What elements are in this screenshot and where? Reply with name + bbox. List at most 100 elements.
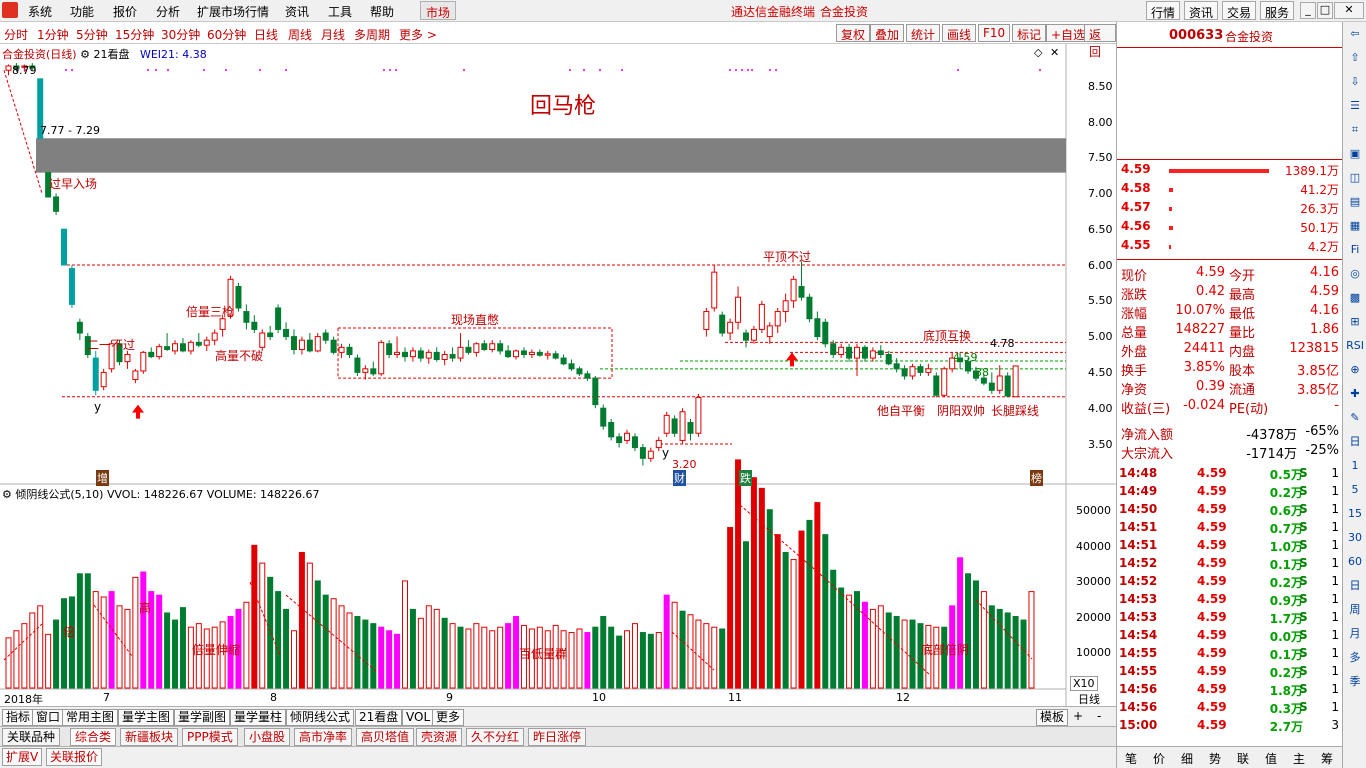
market-tab[interactable]: 市场 — [420, 1, 456, 20]
menu-quote[interactable]: 报价 — [113, 3, 137, 20]
tab-no-dividend[interactable]: 久不分红 — [466, 728, 525, 746]
quant-sub-button[interactable]: 量学副图 — [174, 709, 231, 726]
sidebar-tool-icon[interactable]: ✚ — [1346, 386, 1364, 402]
tab-high-beta[interactable]: 高贝塔值 — [356, 728, 415, 746]
tick-row[interactable]: 14:51 4.59 1.0万 S 1 — [1117, 538, 1343, 556]
sidebar-tool-icon[interactable]: ◎ — [1346, 266, 1364, 282]
sidebar-tool-icon[interactable]: 60 — [1346, 554, 1364, 570]
sidebar-tool-icon[interactable]: 多 — [1346, 650, 1364, 666]
tab-high-pb[interactable]: 高市净率 — [294, 728, 353, 746]
maximize-icon[interactable]: □ — [1317, 2, 1333, 19]
period-60min[interactable]: 60分钟 — [207, 26, 246, 43]
sidebar-tool-icon[interactable]: 季 — [1346, 674, 1364, 690]
panel-tab-price[interactable]: 价 — [1153, 750, 1165, 767]
vol-button[interactable]: VOL — [402, 709, 435, 726]
order-row[interactable]: 4.55 4.2万 — [1117, 238, 1343, 257]
sidebar-tool-icon[interactable]: ⊞ — [1346, 314, 1364, 330]
tick-row[interactable]: 14:54 4.59 0.0万 S 1 — [1117, 628, 1343, 646]
sidebar-tool-icon[interactable]: ⇧ — [1346, 50, 1364, 66]
menu-tools[interactable]: 工具 — [328, 3, 352, 20]
tick-row[interactable]: 14:49 4.59 0.2万 S 1 — [1117, 484, 1343, 502]
order-row[interactable]: 4.58 41.2万 — [1117, 181, 1343, 200]
tick-row[interactable]: 14:48 4.59 0.5万 S 1 — [1117, 466, 1343, 484]
panel-tab-chips[interactable]: 筹 — [1321, 750, 1333, 767]
panel-tab-main[interactable]: 主 — [1293, 750, 1305, 767]
sidebar-tool-icon[interactable]: ⇦ — [1346, 26, 1364, 42]
period-weekly[interactable]: 周线 — [288, 26, 312, 43]
sidebar-tool-icon[interactable]: 周 — [1346, 602, 1364, 618]
sidebar-tool-icon[interactable]: ⇩ — [1346, 74, 1364, 90]
sidebar-tool-icon[interactable]: 1 — [1346, 458, 1364, 474]
panel-tab-detail[interactable]: 细 — [1181, 750, 1193, 767]
more-button[interactable]: 更多 — [432, 709, 465, 726]
badge-bang[interactable]: 榜 — [1030, 470, 1043, 486]
menu-info[interactable]: 资讯 — [285, 3, 309, 20]
sidebar-tool-icon[interactable]: ✎ — [1346, 410, 1364, 426]
tab-composite[interactable]: 综合类 — [70, 728, 117, 746]
tab-related-variety[interactable]: 关联品种 — [2, 728, 61, 746]
period-multi[interactable]: 多周期 — [354, 26, 390, 43]
main-chart-button[interactable]: 常用主图 — [62, 709, 119, 726]
back-button[interactable]: 返回 — [1084, 24, 1116, 59]
app-logo-icon[interactable] — [2, 2, 18, 18]
mark-button[interactable]: 标记 — [1012, 24, 1047, 42]
tick-row[interactable]: 14:56 4.59 1.8万 S 1 — [1117, 682, 1343, 700]
tick-row[interactable]: 15:00 4.59 2.7万 3 — [1117, 718, 1343, 736]
tab-info[interactable]: 资讯 — [1184, 1, 1219, 20]
badge-zeng[interactable]: 增 — [96, 470, 109, 486]
zoom-in-button[interactable]: + — [1070, 709, 1086, 726]
period-30min[interactable]: 30分钟 — [161, 26, 200, 43]
badge-cai[interactable]: 财 — [673, 470, 686, 486]
related-quote-button[interactable]: 关联报价 — [46, 748, 103, 766]
sidebar-tool-icon[interactable]: ◫ — [1346, 170, 1364, 186]
tick-row[interactable]: 14:55 4.59 0.2万 S 1 — [1117, 664, 1343, 682]
quant-volume-button[interactable]: 量学量柱 — [230, 709, 287, 726]
tick-row[interactable]: 14:52 4.59 0.1万 S 1 — [1117, 556, 1343, 574]
template-button[interactable]: 模板 — [1036, 709, 1069, 726]
zoom-out-button[interactable]: - — [1094, 709, 1104, 726]
tick-row[interactable]: 14:55 4.59 0.1万 S 1 — [1117, 646, 1343, 664]
tab-service[interactable]: 服务 — [1260, 1, 1295, 20]
menu-function[interactable]: 功能 — [70, 3, 94, 20]
menu-extended-market[interactable]: 扩展市场行情 — [197, 3, 269, 20]
sidebar-tool-icon[interactable]: ▦ — [1346, 218, 1364, 234]
period-monthly[interactable]: 月线 — [321, 26, 345, 43]
tick-row[interactable]: 14:53 4.59 0.9万 S 1 — [1117, 592, 1343, 610]
period-5min[interactable]: 5分钟 — [76, 26, 108, 43]
sidebar-tool-icon[interactable]: 日 — [1346, 434, 1364, 450]
f10-button[interactable]: F10 — [978, 24, 1011, 42]
tab-xinjiang[interactable]: 新疆板块 — [120, 728, 179, 746]
period-timeshare[interactable]: 分时 — [4, 26, 28, 43]
statistics-button[interactable]: 统计 — [906, 24, 941, 42]
sidebar-tool-icon[interactable]: Fi — [1346, 242, 1364, 258]
sidebar-tool-icon[interactable]: 日 — [1346, 578, 1364, 594]
tick-row[interactable]: 14:50 4.59 0.6万 S 1 — [1117, 502, 1343, 520]
tab-small-cap[interactable]: 小盘股 — [244, 728, 291, 746]
order-row[interactable]: 4.57 26.3万 — [1117, 200, 1343, 219]
draw-line-button[interactable]: 画线 — [942, 24, 977, 42]
panel-tab-trend[interactable]: 势 — [1209, 750, 1221, 767]
sidebar-tool-icon[interactable]: 30 — [1346, 530, 1364, 546]
window-button[interactable]: 窗口 — [32, 709, 65, 726]
tab-limit-up[interactable]: 昨日涨停 — [528, 728, 587, 746]
formula-button[interactable]: 倾阴线公式 — [286, 709, 355, 726]
menu-help[interactable]: 帮助 — [370, 3, 394, 20]
tick-row[interactable]: 14:51 4.59 0.7万 S 1 — [1117, 520, 1343, 538]
period-15min[interactable]: 15分钟 — [115, 26, 154, 43]
order-row[interactable]: 4.59 1389.1万 — [1117, 162, 1343, 181]
tab-trade[interactable]: 交易 — [1222, 1, 1257, 20]
sidebar-tool-icon[interactable]: RSI — [1346, 338, 1364, 354]
menu-analysis[interactable]: 分析 — [156, 3, 180, 20]
minimize-icon[interactable]: _ — [1300, 2, 1316, 19]
panel-tab-link[interactable]: 联 — [1237, 750, 1249, 767]
period-more[interactable]: 更多 > — [399, 26, 437, 43]
tab-ppp[interactable]: PPP模式 — [182, 728, 238, 746]
extension-button[interactable]: 扩展V — [2, 748, 43, 766]
chart-close-icon[interactable]: ✕ — [1050, 46, 1059, 59]
sidebar-tool-icon[interactable]: ▣ — [1346, 146, 1364, 162]
sidebar-tool-icon[interactable]: 15 — [1346, 506, 1364, 522]
chart-diamond-icon[interactable]: ◇ — [1034, 46, 1042, 59]
menu-system[interactable]: 系统 — [28, 3, 52, 20]
sidebar-tool-icon[interactable]: ⊕ — [1346, 362, 1364, 378]
sidebar-tool-icon[interactable]: ▩ — [1346, 290, 1364, 306]
